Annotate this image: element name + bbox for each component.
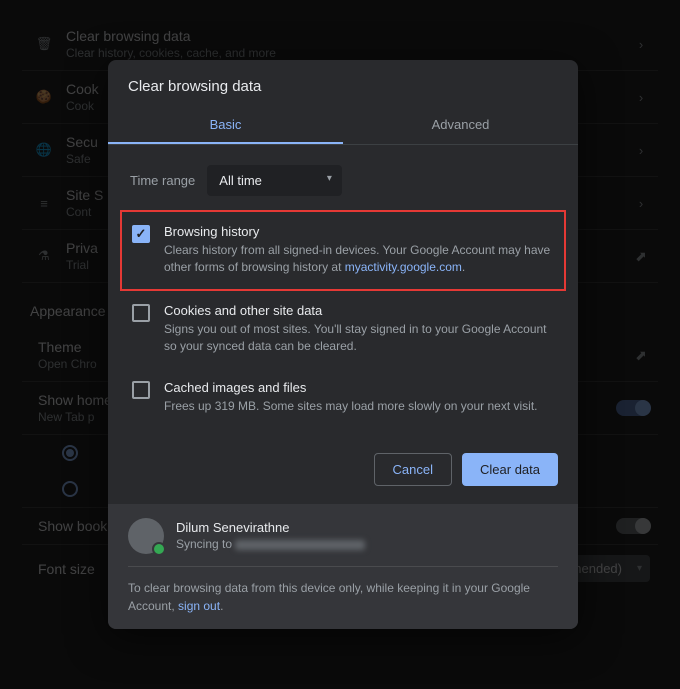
- time-range-select[interactable]: All time: [207, 165, 342, 196]
- account-name: Dilum Senevirathne: [176, 520, 365, 535]
- avatar: [128, 518, 164, 554]
- show-home-toggle[interactable]: [616, 400, 650, 416]
- option-desc: Frees up 319 MB. Some sites may load mor…: [164, 398, 554, 415]
- checkbox-cached[interactable]: [132, 381, 150, 399]
- sign-out-link[interactable]: sign out: [178, 599, 220, 613]
- shield-icon: 🌐: [30, 142, 58, 158]
- row-title: Clear browsing data: [66, 28, 632, 44]
- option-browsing-history[interactable]: Browsing history Clears history from all…: [120, 210, 566, 291]
- cookie-icon: 🍪: [30, 89, 58, 105]
- external-link-icon: ⬈: [632, 347, 650, 364]
- show-bookmarks-toggle[interactable]: [616, 518, 650, 534]
- flask-icon: ⚗: [30, 248, 58, 264]
- option-desc: Clears history from all signed-in device…: [164, 242, 554, 277]
- trash-icon: 🗑: [30, 36, 58, 52]
- row-sub: Clear history, cookies, cache, and more: [66, 46, 632, 60]
- option-desc: Signs you out of most sites. You'll stay…: [164, 321, 554, 356]
- option-cookies[interactable]: Cookies and other site data Signs you ou…: [126, 291, 560, 368]
- checkbox-cookies[interactable]: [132, 304, 150, 322]
- clear-data-button[interactable]: Clear data: [462, 453, 558, 486]
- radio-newtab[interactable]: [62, 445, 78, 461]
- redacted-email: [235, 540, 365, 550]
- cancel-button[interactable]: Cancel: [374, 453, 452, 486]
- option-title: Cookies and other site data: [164, 303, 554, 318]
- account-sync-status: Syncing to: [176, 537, 365, 551]
- account-footer: Dilum Senevirathne Syncing to To clear b…: [108, 504, 578, 629]
- external-link-icon: ⬈: [632, 248, 650, 265]
- tab-basic[interactable]: Basic: [108, 107, 343, 144]
- sliders-icon: ≡: [30, 196, 58, 211]
- myactivity-link[interactable]: myactivity.google.com: [345, 260, 462, 274]
- chevron-right-icon: ›: [632, 196, 650, 211]
- account-footnote: To clear browsing data from this device …: [128, 567, 558, 615]
- tab-advanced[interactable]: Advanced: [343, 107, 578, 144]
- option-cached[interactable]: Cached images and files Frees up 319 MB.…: [126, 368, 560, 427]
- dialog-title: Clear browsing data: [108, 60, 578, 107]
- chevron-right-icon: ›: [632, 37, 650, 52]
- sync-badge-icon: [152, 542, 166, 556]
- checkbox-browsing-history[interactable]: [132, 225, 150, 243]
- chevron-right-icon: ›: [632, 90, 650, 105]
- radio-custom[interactable]: [62, 481, 78, 497]
- clear-browsing-data-dialog: Clear browsing data Basic Advanced Time …: [108, 60, 578, 629]
- time-range-label: Time range: [130, 173, 195, 188]
- option-title: Browsing history: [164, 224, 554, 239]
- chevron-right-icon: ›: [632, 143, 650, 158]
- option-title: Cached images and files: [164, 380, 554, 395]
